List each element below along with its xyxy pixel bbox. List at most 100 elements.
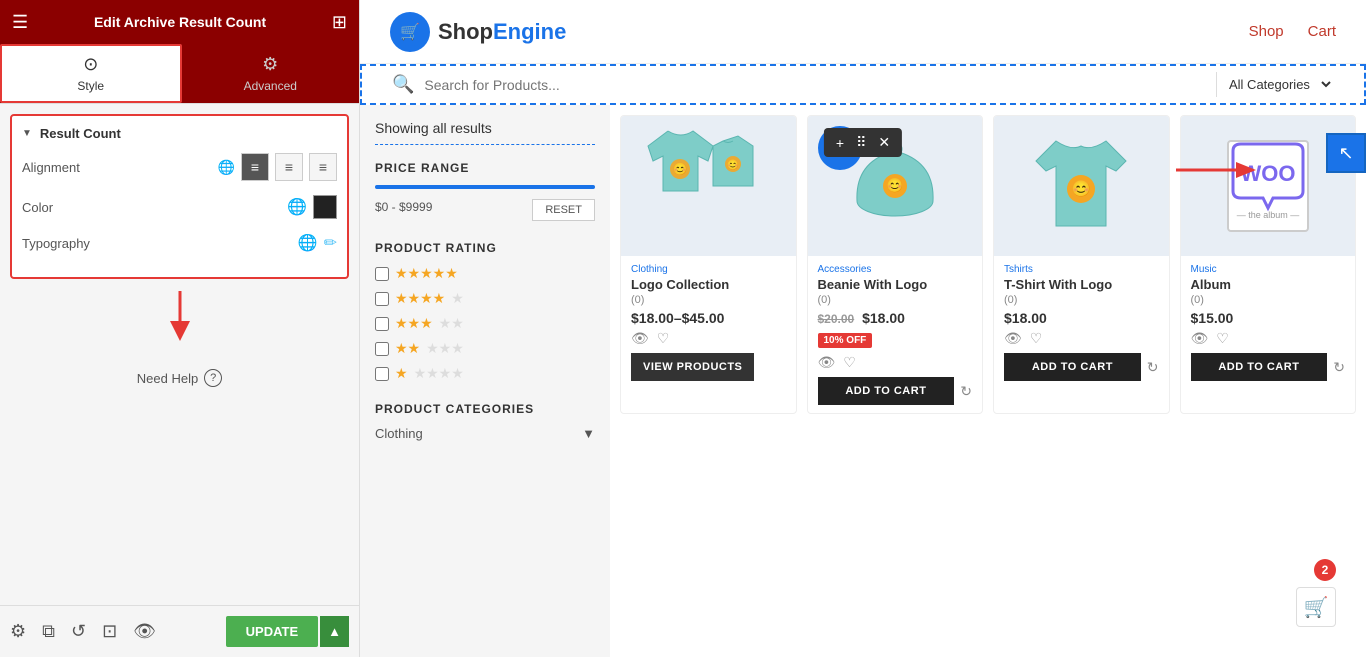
- product-info-2: Accessories Beanie With Logo (0) $20.00 …: [808, 256, 983, 413]
- tab-style[interactable]: ⊙ Style: [0, 44, 182, 103]
- heart-action-icon-4[interactable]: ♡: [1216, 330, 1229, 347]
- rating-3: ★★★★★: [375, 315, 595, 332]
- content-row: Showing all results PRICE RANGE $0 - $99…: [360, 105, 1366, 657]
- float-add-btn[interactable]: +: [832, 133, 848, 153]
- svg-text:WOO: WOO: [1240, 161, 1295, 186]
- search-icon[interactable]: 🔍: [392, 74, 414, 95]
- color-label: Color: [22, 200, 53, 215]
- eye-action-icon-1[interactable]: 👁: [631, 330, 649, 347]
- right-panel: 🛒 ShopEngine Shop Cart 🔍 All Categories …: [360, 0, 1366, 657]
- logo-text: ShopEngine: [438, 19, 566, 45]
- alignment-globe-icon[interactable]: 🌐: [218, 159, 235, 176]
- svg-text:🛒: 🛒: [400, 22, 420, 41]
- view-products-btn-1[interactable]: VIEW PRODUCTS: [631, 353, 754, 381]
- search-input[interactable]: [424, 77, 1206, 93]
- eye-action-icon-3[interactable]: 👁: [1004, 330, 1022, 347]
- product-category-4: Music: [1191, 264, 1346, 275]
- color-swatch[interactable]: [313, 195, 337, 219]
- rating-1-checkbox[interactable]: [375, 367, 389, 381]
- product-name-4: Album: [1191, 277, 1346, 292]
- rating-2-checkbox[interactable]: [375, 342, 389, 356]
- stars-3-dim: ★★: [439, 315, 464, 332]
- responsive-icon[interactable]: ⊡: [102, 621, 117, 642]
- result-count-section: ▼ Result Count Alignment 🌐 ≡ ≡ ≡ Color 🌐: [10, 114, 349, 279]
- price-label: $0 - $9999: [375, 200, 432, 214]
- need-help[interactable]: Need Help ?: [10, 359, 349, 397]
- cart-icon: 🛒: [1304, 595, 1329, 620]
- history-icon[interactable]: ↺: [71, 621, 86, 642]
- align-center-btn[interactable]: ≡: [275, 153, 303, 181]
- clothing-svg: 😊 😊: [643, 121, 773, 251]
- nav-cart[interactable]: Cart: [1308, 23, 1336, 40]
- typo-pencil-icon[interactable]: ✏: [324, 233, 337, 253]
- rating-1: ★★★★★: [375, 365, 595, 382]
- float-move-btn[interactable]: ⠿: [852, 132, 870, 153]
- reset-btn[interactable]: RESET: [532, 199, 595, 221]
- product-reviews-1: (0): [631, 294, 786, 306]
- refresh-icon-3[interactable]: ↻: [1147, 359, 1159, 376]
- float-close-btn[interactable]: ✕: [874, 132, 894, 153]
- panel-red-arrow: [10, 291, 349, 351]
- product-price-4: $15.00: [1191, 310, 1346, 326]
- cart-badge-container: 2 🛒: [1296, 559, 1336, 627]
- cart-icon-box[interactable]: 🛒: [1296, 587, 1336, 627]
- stars-2-dim: ★★★: [426, 340, 464, 357]
- heart-action-icon-3[interactable]: ♡: [1030, 330, 1043, 347]
- category-clothing[interactable]: Clothing ▼: [375, 426, 595, 441]
- album-svg: WOO — the album —: [1223, 136, 1313, 236]
- settings-icon[interactable]: ⚙: [10, 621, 26, 642]
- hamburger-icon[interactable]: ☰: [12, 12, 28, 33]
- cart-row-3: ADD TO CART ↻: [1004, 353, 1159, 381]
- filters-sidebar: Showing all results PRICE RANGE $0 - $99…: [360, 105, 610, 657]
- svg-text:😊: 😊: [1071, 180, 1091, 198]
- heart-action-icon-2[interactable]: ♡: [843, 354, 856, 371]
- nav-links: Shop Cart: [1249, 23, 1336, 40]
- product-actions-2: 👁 ♡: [818, 354, 973, 371]
- update-dropdown-btn[interactable]: ▲: [320, 616, 349, 647]
- toolbar-icons: ⚙ ⧉ ↺ ⊡ 👁: [10, 621, 156, 642]
- eye-action-icon-2[interactable]: 👁: [818, 354, 836, 371]
- update-button[interactable]: UPDATE: [226, 616, 318, 647]
- refresh-icon-2[interactable]: ↻: [960, 383, 972, 400]
- showing-results: Showing all results: [375, 120, 595, 145]
- rating-3-checkbox[interactable]: [375, 317, 389, 331]
- align-left-btn[interactable]: ≡: [241, 153, 269, 181]
- color-globe-icon[interactable]: 🌐: [287, 197, 307, 217]
- rating-title: PRODUCT RATING: [375, 241, 595, 255]
- product-image-1: 😊 😊: [621, 116, 796, 256]
- refresh-icon-4[interactable]: ↻: [1333, 359, 1345, 376]
- add-to-cart-btn-2[interactable]: ADD TO CART: [818, 377, 955, 405]
- add-to-cart-btn-4[interactable]: ADD TO CART: [1191, 353, 1328, 381]
- alignment-row: Alignment 🌐 ≡ ≡ ≡: [22, 153, 337, 181]
- logo-icon: 🛒: [390, 12, 430, 52]
- update-group: UPDATE ▲: [226, 616, 349, 647]
- product-reviews-2: (0): [818, 294, 973, 306]
- align-right-btn[interactable]: ≡: [309, 153, 337, 181]
- grid-icon[interactable]: ⊞: [332, 12, 347, 33]
- stars-3: ★★★: [395, 315, 433, 332]
- add-to-cart-btn-3[interactable]: ADD TO CART: [1004, 353, 1141, 381]
- product-name-2: Beanie With Logo: [818, 277, 973, 292]
- products-grid: 😊 😊 Clothing Logo Collection: [620, 115, 1356, 414]
- stars-2: ★★: [395, 340, 420, 357]
- typo-globe-icon[interactable]: 🌐: [298, 233, 318, 253]
- rating-4-checkbox[interactable]: [375, 292, 389, 306]
- svg-text:😊: 😊: [886, 177, 903, 193]
- eye-action-icon-4[interactable]: 👁: [1191, 330, 1209, 347]
- layers-icon[interactable]: ⧉: [42, 621, 55, 642]
- cart-count-badge: 2: [1314, 559, 1336, 581]
- rating-5-checkbox[interactable]: [375, 267, 389, 281]
- svg-text:— the album —: — the album —: [1236, 210, 1299, 220]
- tabs-row: ⊙ Style ⚙ Advanced: [0, 44, 359, 104]
- price-range-bar[interactable]: [375, 185, 595, 189]
- heart-action-icon-1[interactable]: ♡: [657, 330, 670, 347]
- product-actions-4: 👁 ♡: [1191, 330, 1346, 347]
- product-name-1: Logo Collection: [631, 277, 786, 292]
- eye-icon[interactable]: 👁: [133, 621, 156, 642]
- product-image-3: 😊: [994, 116, 1169, 256]
- nav-shop[interactable]: Shop: [1249, 23, 1284, 40]
- product-price-3: $18.00: [1004, 310, 1159, 326]
- category-select[interactable]: All Categories: [1216, 72, 1334, 97]
- tab-advanced[interactable]: ⚙ Advanced: [182, 44, 360, 103]
- blue-cursor-box[interactable]: ↖: [1326, 133, 1366, 173]
